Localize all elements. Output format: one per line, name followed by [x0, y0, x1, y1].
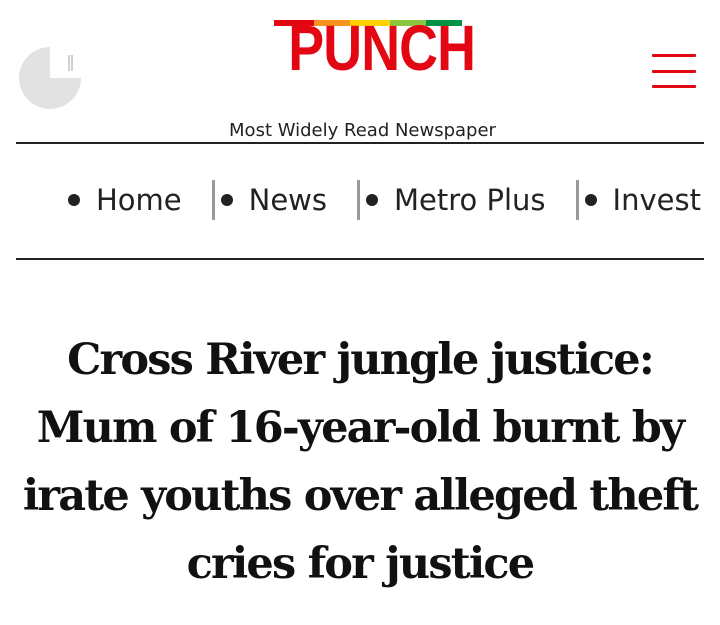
tagline: Most Widely Read Newspaper [229, 120, 496, 141]
bullet-icon [366, 194, 379, 206]
bullet-icon [584, 194, 597, 206]
punch-logo[interactable]: PUNCH [273, 12, 476, 84]
menu-bar [652, 70, 696, 73]
site-header: PUNCH Most Widely Read Newspaper [0, 0, 720, 145]
nav-item-metro-plus[interactable]: Metro Plus [366, 180, 546, 220]
nav-item-news[interactable]: News [220, 180, 328, 220]
logo-wordmark: PUNCH [288, 12, 476, 84]
article-headline: Cross River jungle justice: Mum of 16-ye… [22, 335, 699, 589]
nav-item-invest[interactable]: Invest [584, 180, 701, 220]
bullet-icon [220, 194, 233, 206]
nav-bottom-divider [16, 258, 704, 260]
nav-item-home[interactable]: Home [68, 180, 182, 220]
main-nav: Home News Metro Plus Invest [16, 180, 704, 222]
nav-item-label: Metro Plus [394, 183, 546, 217]
hamburger-menu-icon[interactable] [652, 52, 696, 90]
bullet-icon [68, 194, 80, 206]
nav-separator [575, 180, 579, 220]
menu-bar [652, 85, 696, 88]
nav-item-label: News [248, 183, 328, 217]
clock-icon[interactable] [17, 46, 83, 110]
nav-separator [357, 180, 361, 220]
nav-item-label: Home [96, 183, 182, 217]
menu-bar [652, 54, 696, 57]
nav-item-label: Invest [612, 183, 701, 217]
nav-separator [211, 180, 215, 220]
nav-top-divider [16, 142, 704, 144]
